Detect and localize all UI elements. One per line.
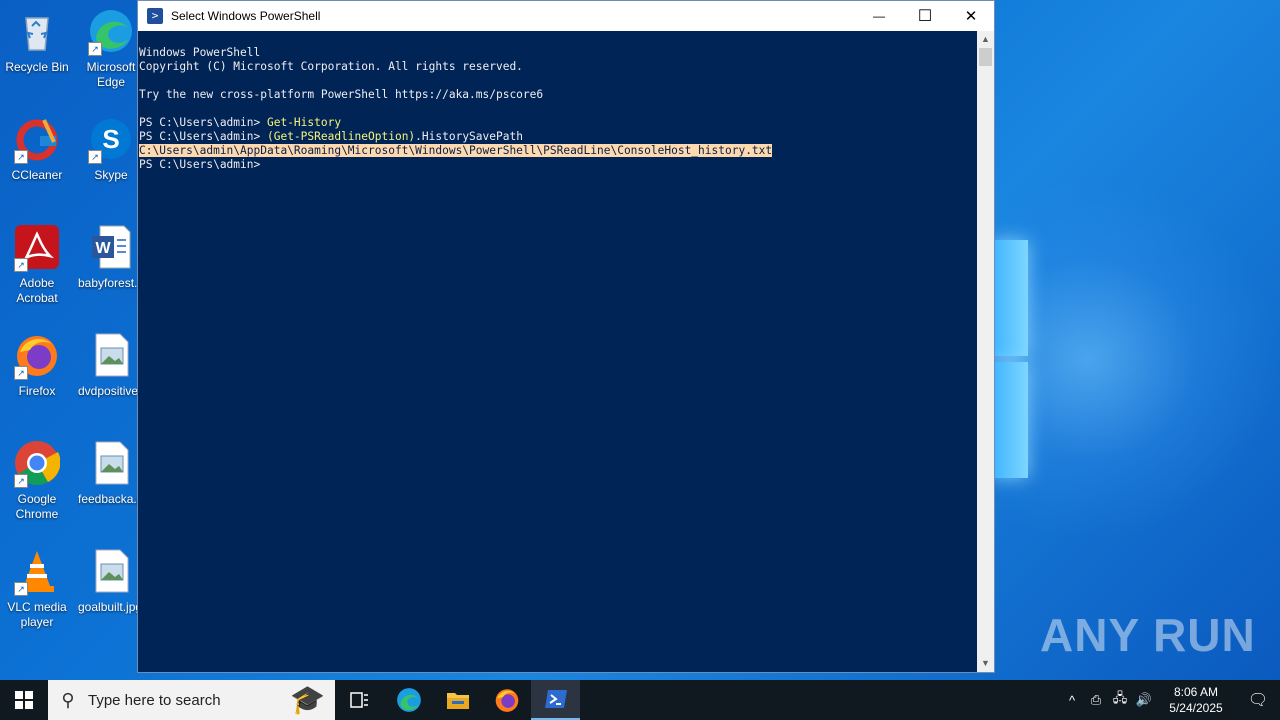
selected-output-path[interactable]: C:\Users\admin\AppData\Roaming\Microsoft… [139, 144, 773, 157]
desktop-icon-vlc[interactable]: ↗ VLC media player [0, 548, 74, 630]
console-line: Try the new cross-platform PowerShell ht… [139, 88, 544, 101]
clock-date: 5/24/2025 [1169, 701, 1223, 715]
command-member-text: .HistorySavePath [415, 130, 523, 143]
ccleaner-icon: ↗ [14, 116, 60, 164]
desktop-icon-adobe-acrobat[interactable]: ↗ Adobe Acrobat [0, 224, 74, 306]
word-document-icon: W [88, 224, 134, 270]
console-line: C:\Users\admin\AppData\Roaming\Microsoft… [139, 144, 978, 158]
anyrun-watermark: ANY RUN [1040, 609, 1256, 661]
windows-logo-wallpaper [992, 240, 1032, 480]
recycle-bin-icon [14, 8, 60, 54]
vlc-cone-icon: ↗ [14, 548, 60, 596]
prompt-text: PS C:\Users\admin> [139, 116, 267, 129]
usb-device-icon[interactable]: ⎙ [1084, 692, 1108, 708]
close-icon: ✕ [964, 8, 978, 25]
edge-icon: ↗ [88, 8, 134, 56]
minimize-icon: — [873, 9, 885, 23]
window-titlebar[interactable]: > Select Windows PowerShell — ☐ ✕ [138, 1, 994, 31]
clock-time: 8:06 AM [1173, 685, 1219, 699]
desktop-icon-ccleaner[interactable]: ↗ CCleaner [0, 116, 74, 183]
desktop-icon-recycle-bin[interactable]: Recycle Bin [0, 8, 74, 75]
scroll-down-icon[interactable]: ▼ [977, 655, 994, 672]
network-icon[interactable]: 🖧 [1108, 689, 1132, 711]
console-line: Windows PowerShell [139, 46, 261, 59]
image-file-icon [88, 332, 134, 378]
firefox-icon: ↗ [14, 332, 60, 380]
taskbar: ⚲ Type here to search 🎓 ^ ⎙ 🖧 🔊 8:06 AM … [0, 680, 1280, 720]
desktop-icon-google-chrome[interactable]: ↗ Google Chrome [0, 440, 74, 522]
firefox-icon [495, 689, 518, 712]
system-tray: ^ ⎙ 🖧 🔊 8:06 AM 5/24/2025 🗨 [1060, 680, 1280, 720]
console-line: PS C:\Users\admin> [139, 158, 978, 172]
shortcut-arrow-icon: ↗ [14, 366, 28, 380]
svg-text:S: S [102, 124, 119, 154]
adobe-acrobat-icon: ↗ [14, 224, 60, 272]
shortcut-arrow-icon: ↗ [14, 150, 28, 164]
powershell-window[interactable]: > Select Windows PowerShell — ☐ ✕ Window… [137, 0, 995, 673]
folder-icon [446, 693, 469, 709]
console-line: PS C:\Users\admin> (Get-PSReadlineOption… [139, 130, 978, 144]
scrollbar-thumb[interactable] [979, 48, 992, 66]
prompt-text: PS C:\Users\admin> [139, 158, 261, 171]
task-view-button[interactable] [335, 680, 384, 720]
image-file-icon [88, 548, 134, 594]
image-file-icon [88, 440, 134, 486]
chrome-icon: ↗ [14, 440, 61, 488]
taskbar-clock[interactable]: 8:06 AM 5/24/2025 [1156, 684, 1236, 716]
shortcut-arrow-icon: ↗ [88, 42, 102, 56]
console-output[interactable]: Windows PowerShell Copyright (C) Microsof… [138, 31, 978, 672]
window-title: Select Windows PowerShell [171, 9, 321, 23]
graduation-cap-icon: 🎓 [290, 684, 325, 715]
close-button[interactable]: ✕ [948, 1, 994, 31]
desktop-icon-firefox[interactable]: ↗ Firefox [0, 332, 74, 399]
maximize-button[interactable]: ☐ [902, 1, 948, 31]
shortcut-arrow-icon: ↗ [14, 582, 28, 596]
shortcut-arrow-icon: ↗ [88, 150, 102, 164]
taskbar-file-explorer[interactable] [433, 680, 482, 720]
chevron-up-icon[interactable]: ^ [1060, 693, 1084, 708]
scroll-up-icon[interactable]: ▲ [977, 31, 994, 48]
taskbar-edge[interactable] [384, 680, 433, 720]
search-icon: ⚲ [61, 690, 75, 710]
volume-icon[interactable]: 🔊 [1132, 692, 1156, 708]
taskbar-firefox[interactable] [482, 680, 531, 720]
powershell-icon [544, 690, 567, 708]
taskbar-search-box[interactable]: ⚲ Type here to search 🎓 [48, 680, 335, 720]
prompt-text: PS C:\Users\admin> [139, 130, 267, 143]
command-text: (Get-PSReadlineOption) [266, 130, 416, 143]
console-line: PS C:\Users\admin> Get-History [139, 116, 978, 130]
shortcut-arrow-icon: ↗ [14, 258, 28, 272]
skype-icon: S ↗ [88, 116, 134, 164]
minimize-button[interactable]: — [856, 1, 902, 31]
notification-center-icon[interactable]: 🗨 [1236, 690, 1280, 710]
maximize-icon: ☐ [917, 8, 933, 25]
vertical-scrollbar[interactable]: ▲ ▼ [977, 31, 994, 672]
search-placeholder: Type here to search [88, 691, 221, 709]
console-line: Copyright (C) Microsoft Corporation. All… [139, 60, 523, 73]
command-text: Get-History [266, 116, 342, 129]
shortcut-arrow-icon: ↗ [14, 474, 28, 488]
start-button[interactable] [0, 680, 48, 720]
taskbar-powershell[interactable] [531, 680, 580, 720]
svg-text:W: W [95, 240, 111, 257]
windows-start-icon [15, 691, 33, 709]
task-view-icon [349, 692, 368, 708]
powershell-icon: > [147, 8, 163, 24]
edge-icon [396, 688, 421, 712]
